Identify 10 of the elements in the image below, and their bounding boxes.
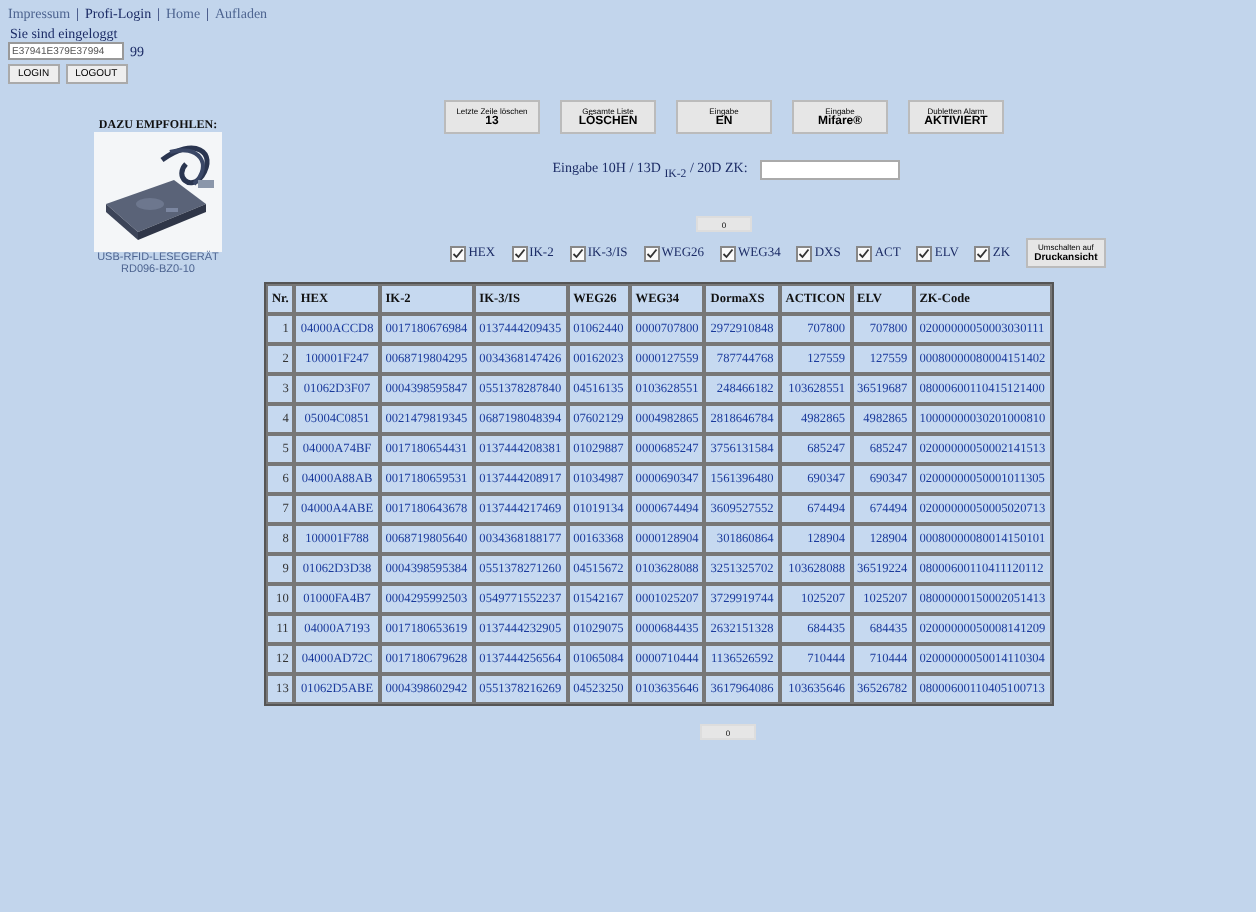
checkbox[interactable] [856, 245, 873, 262]
checkbox[interactable] [796, 245, 813, 262]
checkbox[interactable] [511, 245, 528, 262]
checkbox[interactable] [720, 245, 737, 262]
checkbox[interactable] [974, 245, 991, 262]
checkbox[interactable] [569, 245, 586, 262]
checkbox[interactable] [916, 245, 933, 262]
input-field[interactable] [759, 160, 900, 181]
checkbox[interactable] [643, 245, 660, 262]
checkbox[interactable] [450, 245, 467, 262]
